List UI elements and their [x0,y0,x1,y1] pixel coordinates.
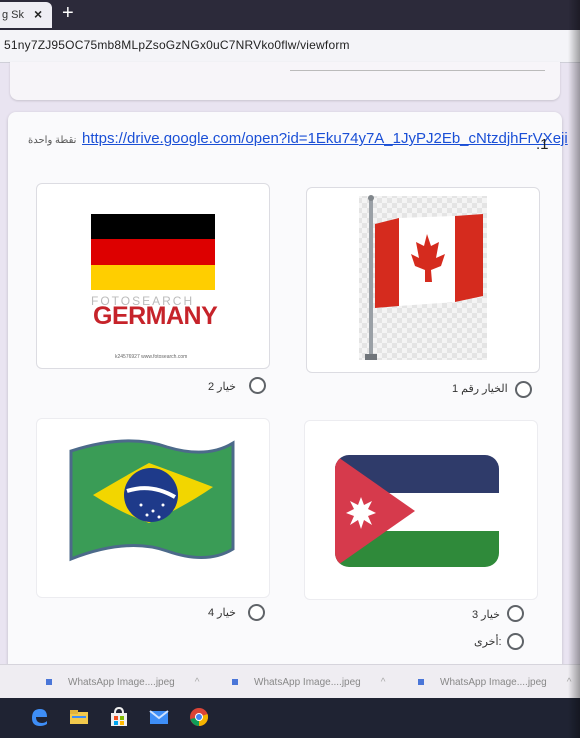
file-explorer-icon[interactable] [68,706,90,728]
option-other-radio[interactable] [507,633,524,650]
option-3-image[interactable] [304,420,538,600]
image-file-icon [46,679,52,686]
option-other-label: أخرى: [474,636,502,648]
browser-tab[interactable]: g Sk × [0,2,52,28]
taskbar [0,698,580,738]
image-file-icon [232,679,238,686]
image-credit: k24576927 www.fotosearch.com [115,354,188,360]
tab-close-icon[interactable]: × [34,6,42,22]
download-item[interactable]: WhatsApp Image....jpeg ^ [46,677,199,688]
option-4-label: خيار 4 [208,607,236,619]
brazil-flag-image [69,439,235,562]
image-file-icon [418,679,424,686]
screen: g Sk × + 51ny7ZJ95OC75mb8MLpZsoGzNGx0uC7… [0,0,580,738]
download-item[interactable]: WhatsApp Image....jpeg ^ [232,677,385,688]
germany-caption: GERMANY [93,302,218,330]
question-link[interactable]: https://drive.google.com/open?id=1Eku74y… [82,130,568,147]
option-1-image[interactable] [306,187,540,373]
option-1-radio[interactable] [515,381,532,398]
option-2-radio[interactable] [249,377,266,394]
answer-underline [290,70,545,71]
mail-icon[interactable] [148,706,170,728]
chrome-icon[interactable] [188,706,210,728]
new-tab-icon[interactable]: + [62,2,74,25]
jordan-flag-image [335,455,499,567]
option-4-image[interactable] [36,418,270,598]
chevron-up-icon[interactable]: ^ [195,677,200,688]
option-4-radio[interactable] [248,604,265,621]
browser-tab-bar: g Sk × + [0,0,580,30]
screen-edge-shadow [568,0,580,738]
tab-title: g Sk [2,9,25,21]
previous-question-card [10,62,560,100]
option-2-label: خيار 2 [208,381,236,393]
option-2-image[interactable]: FOTOSEARCH GERMANY k24576927 www.fotosea… [36,183,270,369]
download-filename: WhatsApp Image....jpeg [68,677,175,688]
download-filename: WhatsApp Image....jpeg [254,677,361,688]
chevron-up-icon[interactable]: ^ [381,677,386,688]
downloads-bar: WhatsApp Image....jpeg ^ WhatsApp Image..… [0,664,580,699]
points-label: نقطة واحدة [28,135,77,146]
address-bar[interactable]: 51ny7ZJ95OC75mb8MLpZsoGzNGx0uC7NRVko0flw… [0,30,580,63]
germany-flag-image [91,214,215,290]
url-text[interactable]: 51ny7ZJ95OC75mb8MLpZsoGzNGx0uC7NRVko0flw… [4,38,350,52]
option-1-label: الخيار رقم 1 [452,383,508,395]
option-3-label: خيار 3 [472,609,500,621]
edge-icon[interactable] [28,706,50,728]
download-filename: WhatsApp Image....jpeg [440,677,547,688]
canada-flag-image [359,195,487,360]
option-3-radio[interactable] [507,605,524,622]
question-number: .1 [536,136,549,153]
store-icon[interactable] [108,706,130,728]
download-item[interactable]: WhatsApp Image....jpeg^ [418,677,571,688]
